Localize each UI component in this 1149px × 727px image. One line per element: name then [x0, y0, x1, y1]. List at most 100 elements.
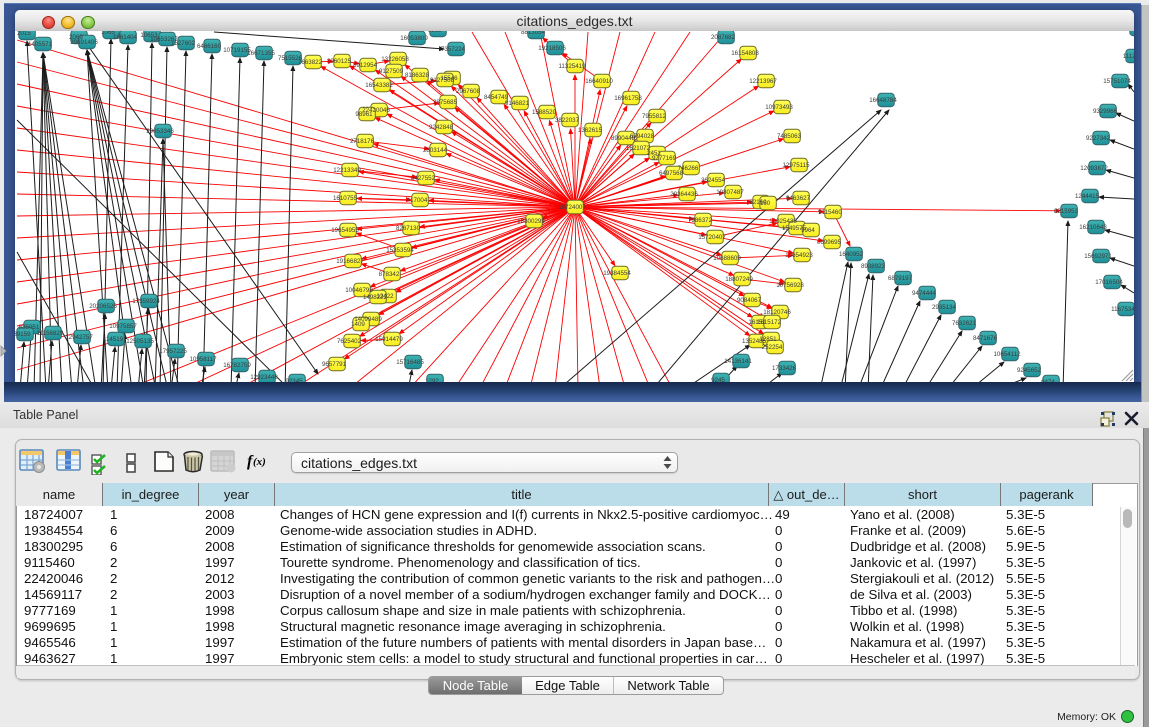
svg-text:2087682: 2087682 [711, 34, 736, 41]
svg-text:11156829: 11156829 [37, 330, 64, 337]
svg-text:16640910: 16640910 [585, 78, 613, 85]
svg-text:15353594: 15353594 [386, 247, 414, 254]
svg-text:16671355: 16671355 [247, 50, 275, 57]
svg-text:7955812: 7955812 [642, 113, 667, 120]
svg-text:1409: 1409 [351, 321, 365, 328]
svg-text:16961758: 16961758 [614, 95, 642, 102]
svg-text:12851: 12851 [759, 336, 777, 343]
svg-text:17016504: 17016504 [1095, 279, 1123, 286]
svg-text:1610755: 1610755 [333, 195, 358, 202]
svg-text:10046798: 10046798 [345, 287, 373, 294]
svg-text:(x): (x) [253, 456, 266, 468]
svg-text:9127509: 9127509 [379, 68, 404, 75]
svg-text:11325419: 11325419 [558, 63, 586, 70]
svg-text:9245652: 9245652 [1017, 367, 1042, 374]
svg-text:13226058: 13226058 [381, 56, 409, 63]
svg-text:19384554: 19384554 [603, 270, 631, 277]
svg-text:1615172: 1615172 [757, 319, 782, 326]
svg-text:3875685: 3875685 [433, 99, 458, 106]
svg-text:20206526: 20206526 [89, 303, 117, 310]
svg-text:10654112: 10654112 [993, 351, 1021, 358]
svg-text:10807487: 10807487 [716, 189, 744, 196]
svg-text:16782759: 16782759 [223, 362, 251, 369]
svg-text:15720407: 15720407 [698, 234, 726, 241]
svg-text:1640952: 1640952 [839, 251, 864, 258]
svg-text:8813054: 8813054 [521, 31, 546, 36]
svg-text:19654923: 19654923 [785, 252, 813, 259]
svg-text:9127508: 9127508 [430, 77, 455, 84]
svg-text:19218506: 19218506 [538, 45, 566, 52]
svg-text:14136141: 14136141 [724, 358, 752, 365]
svg-text:10958117: 10958117 [189, 356, 217, 363]
svg-text:0699695: 0699695 [817, 239, 842, 246]
svg-text:7625402: 7625402 [337, 338, 362, 345]
svg-text:1588520: 1588520 [532, 109, 557, 116]
svg-text:8938923: 8938923 [861, 263, 886, 270]
svg-text:12942757: 12942757 [65, 334, 93, 341]
svg-text:16543382: 16543382 [365, 82, 393, 89]
svg-text:9657791: 9657791 [322, 361, 347, 368]
svg-text:9964: 9964 [801, 227, 815, 234]
svg-text:8427552: 8427552 [411, 175, 436, 182]
svg-text:1733426: 1733426 [772, 365, 797, 372]
svg-text:19654955: 19654955 [331, 227, 359, 234]
svg-text:19166827: 19166827 [336, 258, 364, 265]
svg-text:2718176: 2718176 [350, 138, 375, 145]
svg-text:9474444: 9474444 [912, 290, 937, 297]
svg-text:7485063: 7485063 [777, 133, 802, 140]
svg-text:160: 160 [760, 200, 771, 207]
svg-text:6466160: 6466160 [197, 43, 222, 50]
svg-text:2015: 2015 [17, 31, 31, 37]
svg-text:15716485: 15716485 [396, 359, 424, 366]
svg-text:10025438: 10025438 [769, 218, 797, 225]
svg-text:1405571: 1405571 [28, 41, 53, 48]
svg-text:1112: 1112 [1129, 31, 1134, 33]
svg-text:7663822: 7663822 [298, 59, 323, 66]
svg-text:8215953: 8215953 [1054, 208, 1079, 215]
svg-text:16154808: 16154808 [731, 50, 759, 57]
svg-text:9115460: 9115460 [818, 209, 842, 216]
svg-text:18807249: 18807249 [725, 276, 753, 283]
svg-text:7986372: 7986372 [688, 217, 713, 224]
svg-text:3624554: 3624554 [701, 177, 726, 184]
svg-text:29053346: 29053346 [146, 128, 174, 135]
svg-text:20364436: 20364436 [670, 191, 698, 198]
svg-text:3822037: 3822037 [555, 117, 580, 124]
svg-text:15751074: 15751074 [1103, 78, 1131, 85]
svg-text:878342: 878342 [379, 271, 400, 278]
svg-text:12505135: 12505135 [126, 338, 154, 345]
svg-text:9463627: 9463627 [786, 195, 811, 202]
svg-text:18120746: 18120746 [763, 309, 791, 316]
svg-text:12923448: 12923448 [250, 374, 278, 381]
svg-text:8186328: 8186328 [405, 72, 430, 79]
svg-text:8813: 8813 [428, 31, 442, 34]
svg-text:6879197: 6879197 [888, 275, 913, 282]
svg-text:746266: 746266 [678, 165, 699, 172]
svg-text:6794028: 6794028 [630, 133, 655, 140]
svg-text:8960125: 8960125 [327, 58, 352, 65]
svg-text:16053809: 16053809 [400, 35, 428, 42]
svg-text:11124: 11124 [1123, 53, 1134, 60]
svg-text:12093872: 12093872 [1080, 165, 1108, 172]
svg-text:10688609: 10688609 [713, 255, 741, 262]
svg-text:15692971: 15692971 [1084, 253, 1112, 260]
svg-text:9329966: 9329966 [1093, 108, 1118, 115]
svg-text:18724007: 18724007 [558, 204, 586, 211]
svg-text:417004: 417004 [407, 197, 428, 204]
svg-text:39159: 39159 [15, 331, 31, 338]
svg-text:10975857: 10975857 [109, 323, 137, 330]
svg-text:8267130: 8267130 [396, 225, 421, 232]
svg-text:2967608: 2967608 [456, 88, 481, 95]
svg-text:9227342: 9227342 [1086, 135, 1111, 142]
svg-text:1167534: 1167534 [1111, 306, 1134, 313]
svg-text:252254: 252254 [762, 344, 783, 351]
svg-text:10756928: 10756928 [776, 282, 804, 289]
svg-text:10973493: 10973493 [765, 104, 793, 111]
svg-text:9777169: 9777169 [652, 155, 677, 162]
svg-text:1498222: 1498222 [363, 294, 388, 301]
svg-text:17957225: 17957225 [159, 348, 187, 355]
svg-text:9084067: 9084067 [737, 297, 762, 304]
svg-text:17359924: 17359924 [132, 298, 160, 305]
svg-text:18300295: 18300295 [517, 218, 545, 225]
svg-text:8912954: 8912954 [353, 62, 378, 69]
